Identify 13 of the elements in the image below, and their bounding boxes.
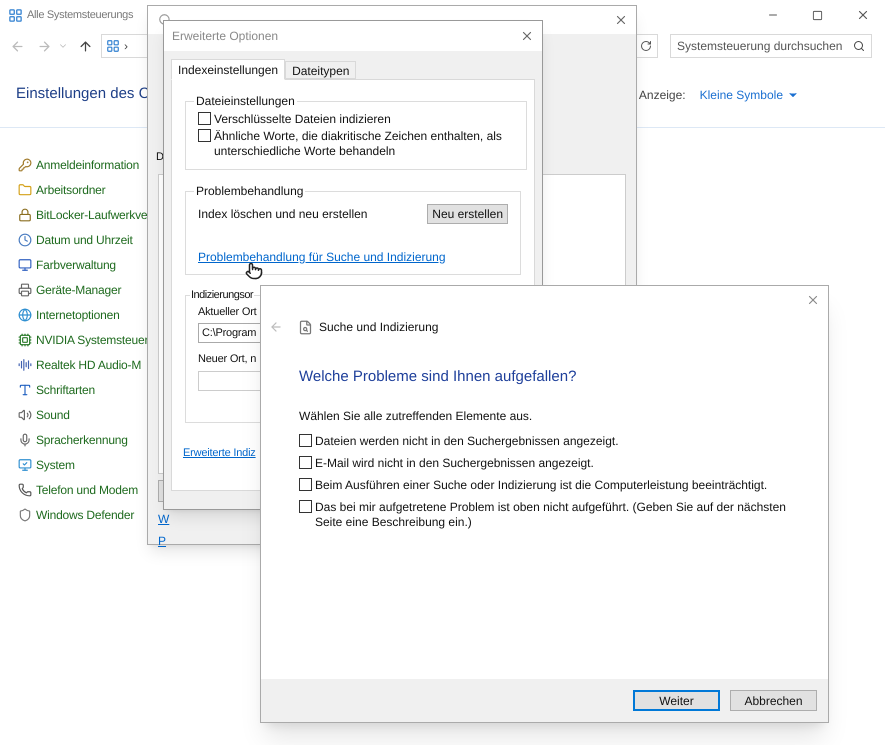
section-label: D xyxy=(156,151,164,163)
field-label: Aktueller Ort xyxy=(198,304,258,320)
page-heading: Welche Probleme sind Ihnen aufgefallen? xyxy=(299,367,578,387)
group-title: Problembehandlung xyxy=(195,183,304,200)
group-title: Indizierungsor xyxy=(190,288,254,303)
group-title: Dateieinstellungen xyxy=(195,93,296,110)
window-title: Suche und Indizierung xyxy=(319,319,438,336)
description-text: Index löschen und neu erstellen xyxy=(198,206,368,223)
view-label: Anzeige: xyxy=(638,86,686,104)
window-title: Erweiterte Optionen xyxy=(172,28,278,45)
window-title: Alle Systemsteuerungs xyxy=(27,8,134,23)
field-label: Neuer Ort, n xyxy=(198,352,258,367)
instruction-text: Wählen Sie alle zutreffenden Elemente aus. xyxy=(299,408,534,424)
